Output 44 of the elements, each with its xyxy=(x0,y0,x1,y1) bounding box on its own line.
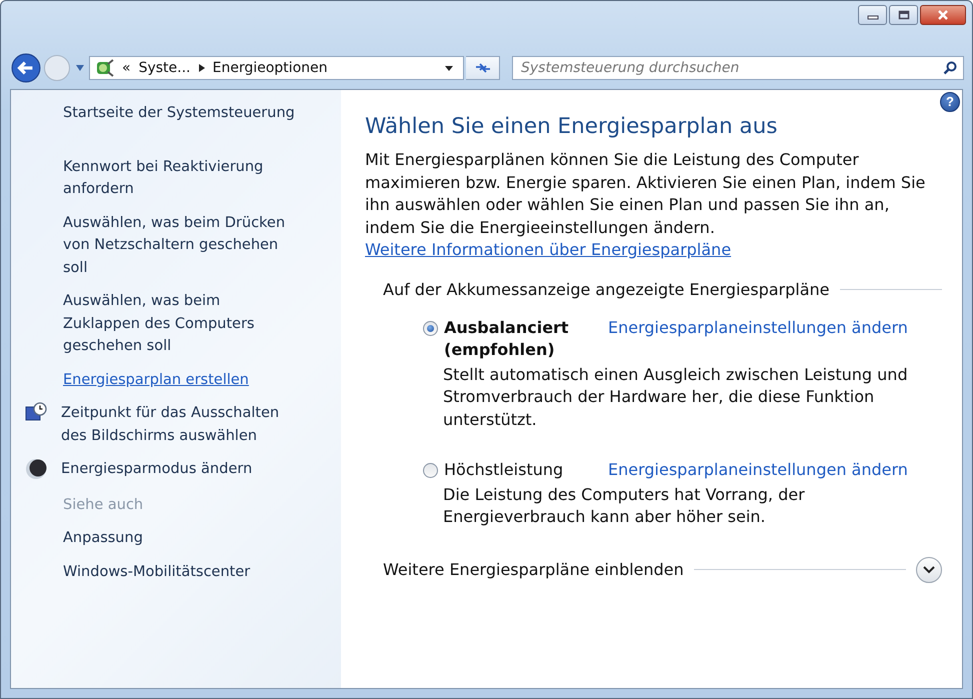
plan-name[interactable]: Höchstleistung xyxy=(444,459,608,482)
refresh-button[interactable] xyxy=(466,56,500,80)
maximize-button[interactable] xyxy=(889,5,918,25)
moon-icon xyxy=(25,458,47,480)
sidebar-link[interactable]: Windows-Mobilitätscenter xyxy=(63,560,297,583)
breadcrumb-arrow-icon[interactable] xyxy=(198,64,204,72)
sidebar-link[interactable]: Kennwort bei Reaktivierung anfordern xyxy=(63,156,297,200)
sidebar-link[interactable]: Energiesparmodus ändern xyxy=(61,458,252,480)
sidebar-link[interactable]: Energiesparplan erstellen xyxy=(63,368,297,391)
control-panel-icon xyxy=(94,58,114,78)
back-button[interactable] xyxy=(11,53,41,83)
page-title: Wählen Sie einen Energiesparplan aus xyxy=(365,114,778,139)
plan-name[interactable]: Ausbalanciert (empfohlen) xyxy=(444,316,608,362)
search-field[interactable]: Systemsteuerung durchsuchen xyxy=(512,56,964,80)
more-plans-label: Weitere Energiesparpläne einblenden xyxy=(383,560,684,579)
more-info-link[interactable]: Weitere Informationen über Energiesparpläne xyxy=(365,240,732,259)
expand-button[interactable] xyxy=(916,556,942,582)
plan-settings-link[interactable]: Energiesparplaneinstellungen ändern xyxy=(608,316,908,339)
sidebar-link[interactable]: Zeitpunkt für das Ausschalten des Bildschirms auswählen xyxy=(61,402,297,447)
sidebar-link[interactable]: Startseite der Systemsteuerung xyxy=(63,102,297,124)
history-dropdown[interactable] xyxy=(73,64,87,72)
plan-settings-link[interactable]: Energiesparplaneinstellungen ändern xyxy=(608,459,908,482)
help-button[interactable]: ? xyxy=(940,92,960,112)
close-icon xyxy=(937,10,949,20)
maximize-icon xyxy=(898,10,910,20)
sidebar-link[interactable]: Auswählen, was beim Zuklappen des Computers geschehen soll xyxy=(63,290,297,358)
group-heading: Auf der Akkumessanzeige angezeigte Energiesparpläne xyxy=(383,280,830,298)
plan-description: Die Leistung des Computers hat Vorrang, der Energieverbrauch kann aber höher sein. xyxy=(442,484,806,528)
address-bar[interactable]: « Syste... Energieoptionen xyxy=(89,56,464,80)
close-button[interactable] xyxy=(920,5,966,25)
breadcrumb[interactable]: Syste... xyxy=(138,60,190,76)
plan-radio[interactable] xyxy=(423,320,438,336)
intro-paragraph: Mit Energiesparplänen können Sie die Leistung des Computer maximieren bzw. Energie sparen. Aktivieren Sie einen Plan, indem Sie ihn auswählen oder wählen Sie einen Plan und passen Sie ihn an, indem Sie die Energieeinstellungen ändern. Weitere Informationen über Energiesparpläne xyxy=(365,149,926,261)
breadcrumb-overflow[interactable]: « xyxy=(122,60,131,76)
chevron-icon xyxy=(923,566,935,574)
search-icon xyxy=(943,61,957,75)
plan-radio[interactable] xyxy=(423,463,438,478)
breadcrumb[interactable]: Energieoptionen xyxy=(212,60,328,76)
plan-description: Stellt automatisch einen Ausgleich zwischen Leistung und Stromverbrauch der Hardware her, die diese Funktion unterstützt. xyxy=(442,364,909,430)
minimize-button[interactable] xyxy=(858,5,887,25)
sidebar-link[interactable]: Auswählen, was beim Drücken von Netzschaltern geschehen soll xyxy=(63,212,297,279)
sidebar-heading: Siehe auch xyxy=(63,496,144,514)
dropdown-arrow-icon[interactable] xyxy=(445,66,453,70)
sidebar-link[interactable]: Anpassung xyxy=(63,527,297,550)
